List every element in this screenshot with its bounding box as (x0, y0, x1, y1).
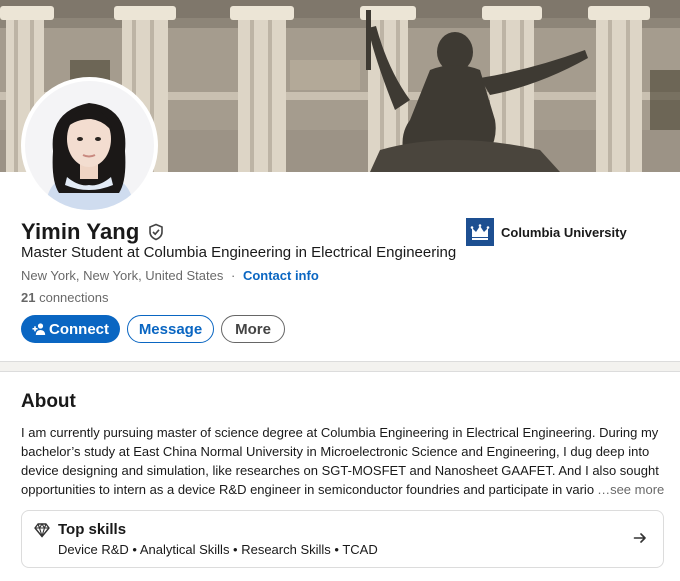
about-line: I am currently pursuing master of scienc… (21, 425, 659, 440)
name-row: Yimin Yang (21, 219, 165, 245)
about-title: About (21, 391, 76, 412)
profile-name: Yimin Yang (21, 219, 140, 244)
about-text: I am currently pursuing master of scienc… (21, 423, 666, 499)
crown-logo (466, 218, 494, 246)
top-skills-list: Device R&D • Analytical Skills • Researc… (58, 542, 378, 557)
about-line: device designing and simulation, like re… (21, 463, 659, 478)
profile-actions: Connect Message More (21, 315, 285, 343)
about-line-text: opportunities to intern as a device R&D … (21, 482, 595, 497)
more-button[interactable]: More (221, 315, 285, 343)
connect-label: Connect (49, 320, 109, 338)
location-row: New York, New York, United States · Cont… (21, 268, 319, 283)
about-section: About I am currently pursuing master of … (0, 371, 680, 581)
arrow-right-icon[interactable] (633, 531, 647, 545)
diamond-icon (34, 522, 50, 538)
about-line-last: opportunities to intern as a device R&D … (21, 480, 666, 499)
verified-shield-icon[interactable] (147, 223, 165, 241)
profile-card: Yimin Yang Master Student at Columbia En… (0, 0, 680, 362)
contact-info-link[interactable]: Contact info (243, 268, 319, 283)
connections-count[interactable]: 21 connections (21, 290, 108, 305)
top-skills-title: Top skills (58, 521, 127, 538)
profile-headline: Master Student at Columbia Engineering i… (21, 244, 457, 261)
see-more-button[interactable]: …see more (597, 482, 664, 497)
connect-button[interactable]: Connect (21, 315, 120, 343)
top-skills-card[interactable]: Top skills Device R&D • Analytical Skill… (21, 510, 664, 568)
add-person-icon (32, 322, 46, 336)
profile-location: New York, New York, United States (21, 268, 224, 283)
avatar[interactable] (21, 77, 158, 214)
location-separator: · (230, 268, 236, 283)
school-name: Columbia University (501, 224, 627, 240)
connections-number: 21 (21, 290, 36, 305)
about-line: bachelor’s study at East China Normal Un… (21, 444, 650, 459)
connections-label: connections (39, 290, 109, 305)
message-button[interactable]: Message (127, 315, 214, 343)
education-link[interactable]: Columbia University (466, 218, 627, 246)
